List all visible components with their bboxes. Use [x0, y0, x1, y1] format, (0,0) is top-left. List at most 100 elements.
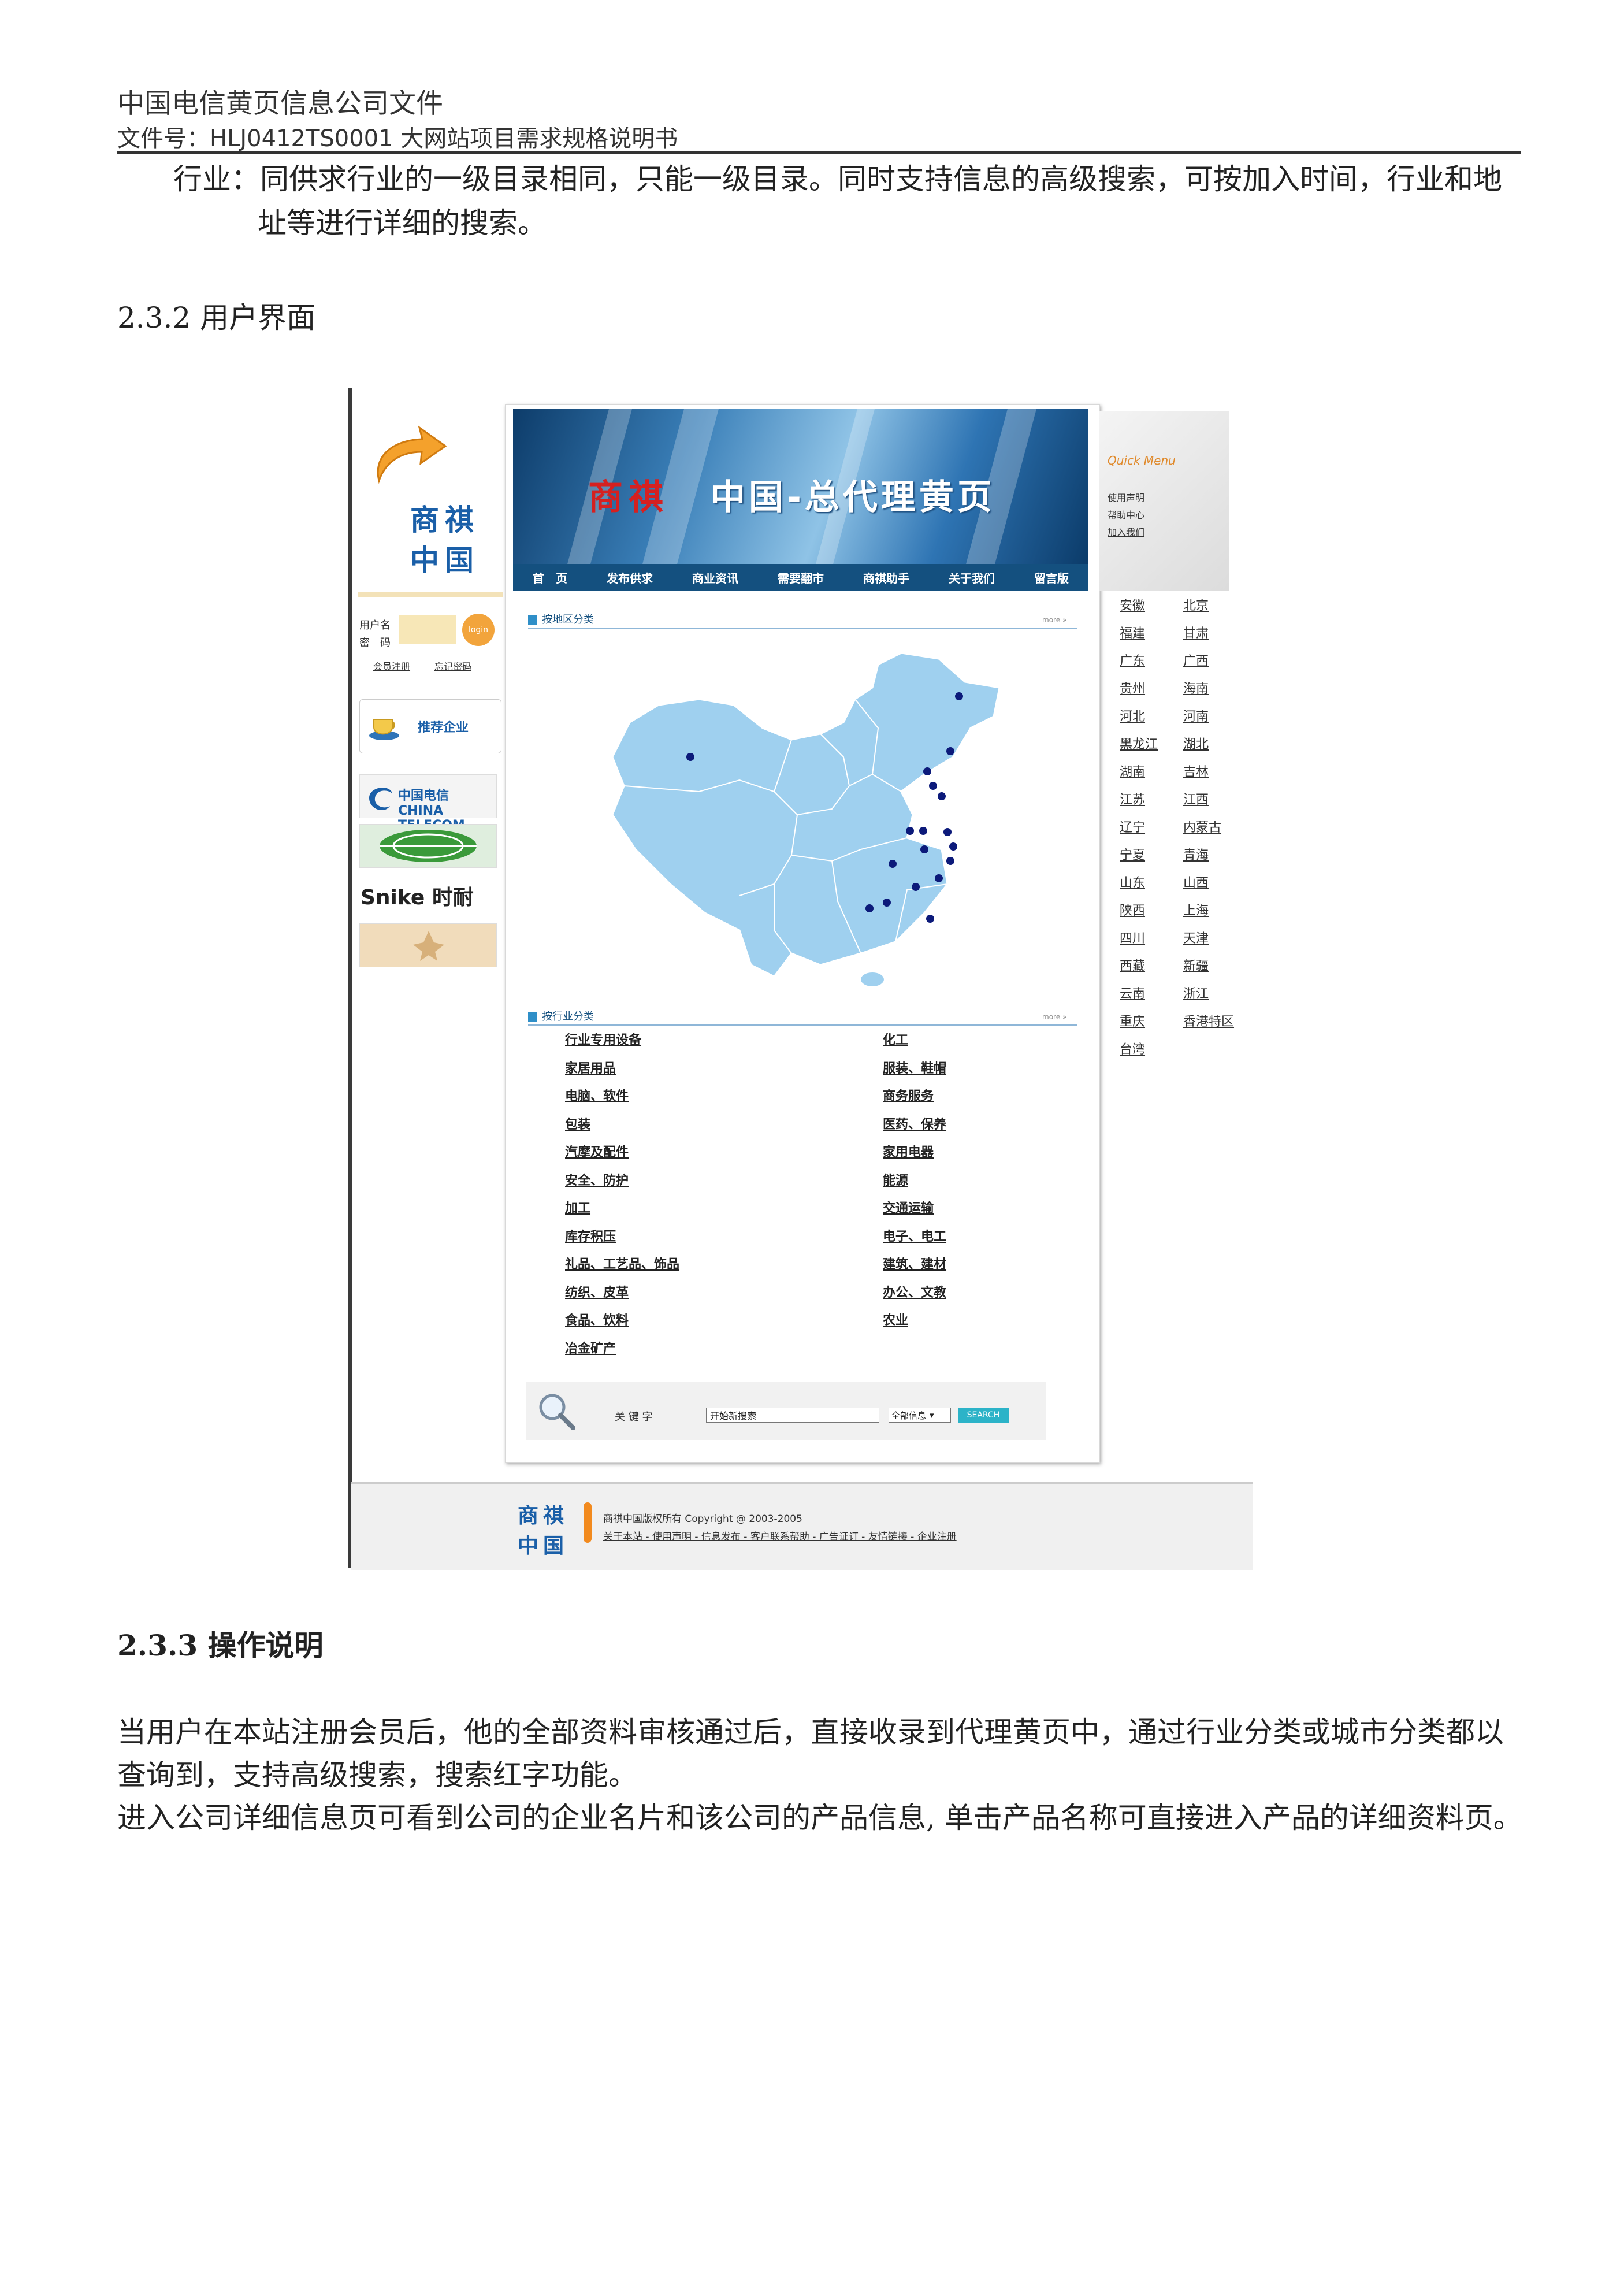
region-link[interactable]: 浙江	[1183, 983, 1209, 1002]
footer-copyright: 商祺中国版权所有 Copyright @ 2003-2005	[603, 1513, 802, 1525]
logo-text-line1: 商祺	[410, 503, 480, 537]
industry-link[interactable]: 电脑、软件	[565, 1086, 629, 1104]
industry-link[interactable]: 建筑、建材	[883, 1254, 946, 1272]
partner-logo-china-telecom[interactable]: 中国电信 CHINA TELECOM	[359, 774, 497, 833]
region-link[interactable]: 山西	[1183, 873, 1209, 891]
region-link[interactable]: 黑龙江	[1120, 734, 1158, 752]
industry-link[interactable]: 电子、电工	[883, 1226, 946, 1245]
industry-link[interactable]: 加工	[565, 1198, 590, 1216]
industry-link[interactable]: 能源	[883, 1170, 908, 1189]
paragraph-operation-line1: 当用户在本站注册会员后，他的全部资料审核通过后，直接收录到代理黄页中，通过行业分…	[117, 1716, 1504, 1749]
recommend-cup-icon	[369, 719, 399, 740]
paragraph-operation-line3: 进入公司详细信息页可看到公司的企业名片和该公司的产品信息, 单击产品名称可直接进…	[117, 1801, 1522, 1835]
nav-assistant[interactable]: 商祺助手	[863, 569, 909, 586]
industry-link[interactable]: 办公、文教	[883, 1282, 946, 1301]
quick-menu-join[interactable]: 加入我们	[1108, 525, 1144, 539]
industry-link[interactable]: 交通运输	[883, 1198, 934, 1216]
region-link[interactable]: 江苏	[1120, 789, 1145, 808]
region-link[interactable]: 安徽	[1120, 595, 1145, 614]
keyword-label: 关 键 字	[615, 1411, 653, 1423]
region-link[interactable]: 香港特区	[1183, 1011, 1234, 1030]
recommend-box[interactable]: 推荐企业	[359, 699, 501, 753]
nav-business-news[interactable]: 商业资讯	[692, 569, 738, 586]
partner-label-snike: Snike 时耐	[361, 886, 474, 910]
industry-link[interactable]: 服装、鞋帽	[883, 1058, 946, 1076]
china-map[interactable]	[601, 641, 1005, 988]
region-link[interactable]: 辽宁	[1120, 817, 1145, 836]
login-button[interactable]: login	[462, 614, 495, 646]
quick-menu-help[interactable]: 帮助中心	[1108, 507, 1144, 521]
paragraph-operation-line2: 查询到，支持高级搜索，搜索红字功能。	[117, 1758, 637, 1792]
industry-link[interactable]: 家居用品	[565, 1058, 616, 1076]
search-input[interactable]: 开始新搜索	[706, 1408, 879, 1423]
nav-post-supply[interactable]: 发布供求	[607, 569, 653, 586]
nav-market[interactable]: 需要翻市	[778, 569, 824, 586]
partner-logo-green[interactable]	[359, 824, 497, 868]
region-link[interactable]: 宁夏	[1120, 845, 1145, 863]
banner-brand: 商祺	[588, 477, 669, 518]
magnifier-icon	[539, 1394, 575, 1430]
industry-link[interactable]: 纺织、皮革	[565, 1282, 629, 1301]
industry-link[interactable]: 食品、饮料	[565, 1310, 629, 1328]
region-link[interactable]: 内蒙古	[1183, 817, 1221, 836]
region-link[interactable]: 贵州	[1120, 678, 1145, 697]
region-link[interactable]: 新疆	[1183, 956, 1209, 974]
industry-link[interactable]: 礼品、工艺品、饰品	[565, 1254, 679, 1272]
region-more-link[interactable]: more »	[1042, 616, 1066, 624]
partner-logo-snike[interactable]: Snike 时耐	[359, 874, 496, 916]
region-link[interactable]: 吉林	[1183, 762, 1209, 780]
forgot-password-link[interactable]: 忘记密码	[434, 659, 471, 673]
region-link[interactable]: 云南	[1120, 983, 1145, 1002]
industry-link[interactable]: 冶金矿产	[565, 1338, 616, 1357]
region-link[interactable]: 河北	[1120, 706, 1145, 725]
nav-guestbook[interactable]: 留言版	[1034, 569, 1069, 586]
industry-link[interactable]: 行业专用设备	[565, 1030, 641, 1048]
industry-link[interactable]: 化工	[883, 1030, 908, 1048]
region-link[interactable]: 河南	[1183, 706, 1209, 725]
region-link[interactable]: 西藏	[1120, 956, 1145, 974]
partner-logo-emblem[interactable]	[359, 923, 497, 967]
industry-link[interactable]: 家用电器	[883, 1142, 934, 1160]
industry-link[interactable]: 安全、防护	[565, 1170, 629, 1189]
main-nav: 首 页 发布供求 商业资讯 需要翻市 商祺助手 关于我们 留言版	[513, 564, 1088, 591]
region-link[interactable]: 海南	[1183, 678, 1209, 697]
region-link[interactable]: 青海	[1183, 845, 1209, 863]
industry-link[interactable]: 医药、保养	[883, 1114, 946, 1133]
logo-text-line2: 中国	[410, 544, 480, 577]
emblem-icon	[413, 931, 444, 961]
industry-link[interactable]: 商务服务	[883, 1086, 934, 1104]
region-link[interactable]: 湖南	[1120, 762, 1145, 780]
industry-link[interactable]: 汽摩及配件	[565, 1142, 629, 1160]
region-link[interactable]: 北京	[1183, 595, 1209, 614]
industry-link[interactable]: 农业	[883, 1310, 908, 1328]
region-link[interactable]: 天津	[1183, 928, 1209, 946]
region-link[interactable]: 广东	[1120, 651, 1145, 669]
nav-home[interactable]: 首 页	[533, 569, 567, 586]
industry-more-link[interactable]: more »	[1042, 1013, 1066, 1021]
region-link[interactable]: 广西	[1183, 651, 1209, 669]
header-divider	[117, 151, 1521, 154]
register-link[interactable]: 会员注册	[373, 659, 410, 673]
region-link[interactable]: 四川	[1120, 928, 1145, 946]
region-link[interactable]: 上海	[1183, 900, 1209, 919]
region-link[interactable]: 重庆	[1120, 1011, 1145, 1030]
login-fields[interactable]	[399, 615, 456, 644]
footer-logo-line1: 商祺	[518, 1504, 569, 1528]
industry-link[interactable]: 包装	[565, 1114, 590, 1133]
search-button[interactable]: SEARCH	[958, 1408, 1009, 1423]
chevron-down-icon: ▾	[930, 1410, 934, 1420]
footer-links[interactable]: 关于本站 - 使用声明 - 信息发布 - 客户联系帮助 - 广告证订 - 友情链…	[603, 1528, 957, 1543]
region-link[interactable]: 甘肃	[1183, 623, 1209, 641]
region-link[interactable]: 江西	[1183, 789, 1209, 808]
quick-menu-usage[interactable]: 使用声明	[1108, 490, 1144, 504]
region-link[interactable]: 台湾	[1120, 1039, 1145, 1057]
region-section-divider	[528, 628, 1077, 629]
region-link[interactable]: 福建	[1120, 623, 1145, 641]
industry-link[interactable]: 库存积压	[565, 1226, 616, 1245]
region-link[interactable]: 陕西	[1120, 900, 1145, 919]
nav-about[interactable]: 关于我们	[949, 569, 995, 586]
search-scope-select[interactable]: 全部信息 ▾	[889, 1408, 951, 1423]
region-link[interactable]: 湖北	[1183, 734, 1209, 752]
region-link[interactable]: 山东	[1120, 873, 1145, 891]
industry-section-divider	[528, 1024, 1077, 1026]
